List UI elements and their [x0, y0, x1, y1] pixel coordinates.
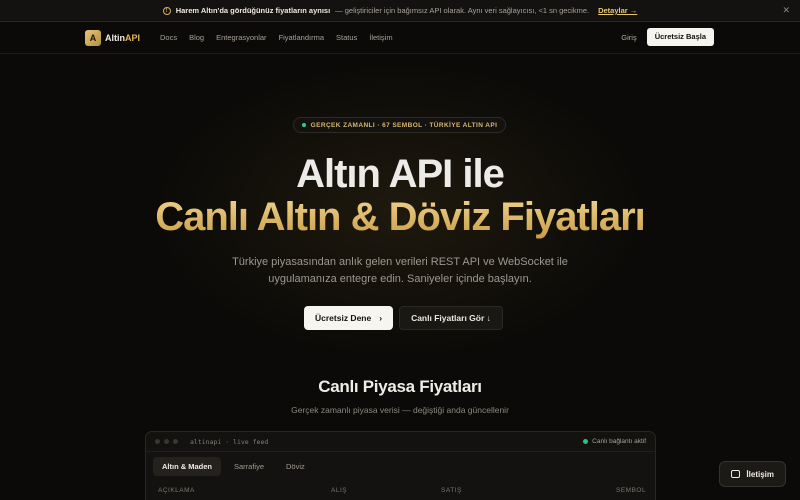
- live-feed-title: altinapi · live feed: [190, 437, 269, 446]
- login-link[interactable]: Giriş: [621, 33, 636, 42]
- announcement-details-link[interactable]: Detaylar →: [598, 6, 637, 15]
- announcement-bold: Harem Altın'da gördüğünüz fiyatların ayn…: [175, 6, 331, 15]
- hero-title-line1: Altın API ile: [296, 152, 505, 196]
- tab-sarrafiye[interactable]: Sarrafiye: [225, 457, 273, 476]
- chat-icon: [731, 470, 741, 478]
- nav-link-contact[interactable]: İletişim: [369, 33, 392, 42]
- nav-link-status[interactable]: Status: [336, 33, 357, 42]
- hero-buttons: Ücretsiz Dene › Canlı Fiyatları Gör ↓: [304, 306, 503, 330]
- hero-badge-text: GERÇEK ZAMANLI · 67 SEMBOL · TÜRKİYE ALT…: [310, 121, 498, 129]
- logo-text-main: Altin: [105, 33, 125, 43]
- tab-currency[interactable]: Döviz: [277, 457, 314, 476]
- live-section-title: Canlı Piyasa Fiyatları: [318, 377, 482, 396]
- nav-links: Docs Blog Entegrasyonlar Fiyatlandırma S…: [160, 33, 393, 42]
- column-buy: ALIŞ: [331, 487, 348, 494]
- announcement-text: — geliştiriciler için bağımsız API olara…: [335, 6, 590, 15]
- info-icon: !: [162, 6, 171, 15]
- status-dot-icon: [583, 439, 589, 444]
- start-free-button[interactable]: Ücretsiz Başla: [646, 28, 714, 46]
- connection-status-text: Canlı bağlantı aktif: [592, 438, 646, 445]
- live-dot-icon: [301, 123, 306, 127]
- column-description: AÇIKLAMA: [158, 487, 195, 494]
- nav-link-integrations[interactable]: Entegrasyonlar: [216, 33, 266, 42]
- nav-link-blog[interactable]: Blog: [189, 33, 204, 42]
- logo-text-accent: API: [125, 33, 141, 43]
- connection-status: Canlı bağlantı aktif: [583, 438, 646, 445]
- logo-icon: A: [85, 30, 101, 46]
- window-dots: [155, 439, 178, 444]
- column-sell: SATIŞ: [441, 487, 462, 494]
- try-free-button[interactable]: Ücretsiz Dene ›: [304, 306, 394, 330]
- announcement-bar: ! Harem Altın'da gördüğünüz fiyatların a…: [0, 0, 800, 22]
- tab-gold-metals[interactable]: Altın & Maden: [153, 457, 221, 476]
- try-free-button-label: Ücretsiz Dene: [315, 313, 372, 323]
- close-icon[interactable]: ✕: [782, 5, 790, 16]
- nav-link-docs[interactable]: Docs: [160, 33, 177, 42]
- contact-chat-button[interactable]: İletişim: [719, 461, 786, 487]
- column-symbol: SEMBOL: [616, 487, 647, 494]
- live-section-subtitle: Gerçek zamanlı piyasa verisi — değiştiği…: [291, 405, 509, 415]
- live-feed-header: altinapi · live feed Canlı bağlantı akti…: [146, 432, 655, 452]
- logo-text: AltinAPI: [105, 33, 140, 43]
- view-live-prices-label: Canlı Fiyatları Gör ↓: [411, 313, 491, 323]
- nav-link-pricing[interactable]: Fiyatlandırma: [279, 33, 324, 42]
- chat-label: İletişim: [746, 469, 774, 479]
- hero-subtitle: Türkiye piyasasından anlık gelen veriler…: [232, 256, 568, 285]
- market-tabs: Altın & Maden Sarrafiye Döviz: [146, 452, 655, 481]
- view-live-prices-button[interactable]: Canlı Fiyatları Gör ↓: [399, 306, 503, 330]
- logo[interactable]: A AltinAPI: [85, 30, 140, 46]
- chevron-right-icon: ›: [379, 313, 383, 323]
- hero-title-line2: Canlı Altın & Döviz Fiyatları: [0, 195, 800, 240]
- nav-right: Giriş Ücretsiz Başla: [621, 28, 714, 46]
- hero-badge: GERÇEK ZAMANLI · 67 SEMBOL · TÜRKİYE ALT…: [293, 117, 506, 133]
- live-feed-panel: altinapi · live feed Canlı bağlantı akti…: [145, 431, 656, 500]
- top-nav: A AltinAPI Docs Blog Entegrasyonlar Fiya…: [0, 22, 800, 54]
